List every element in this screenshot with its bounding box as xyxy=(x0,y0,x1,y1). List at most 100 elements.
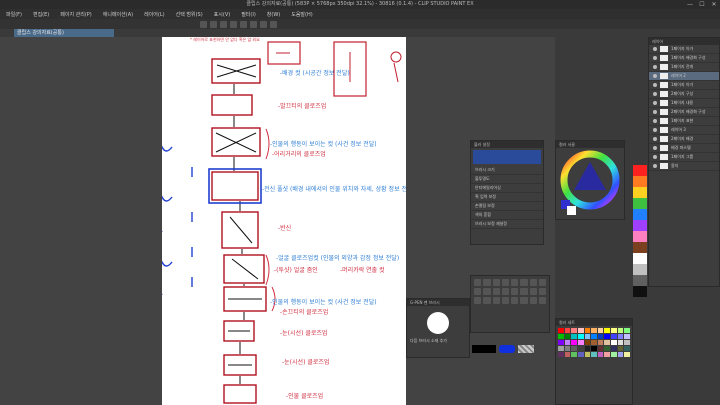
add-brush-material-button[interactable]: 다음 브러시 소재 추가 xyxy=(407,338,469,344)
color-swatch[interactable] xyxy=(604,328,611,333)
brush-row[interactable]: 획 입력 보정 xyxy=(471,193,543,202)
color-swatch[interactable] xyxy=(584,334,591,339)
eye-icon[interactable] xyxy=(653,146,657,150)
color-history-swatch[interactable] xyxy=(633,198,647,209)
tool-icon[interactable] xyxy=(474,297,482,304)
color-swatch[interactable] xyxy=(611,328,617,333)
layer-row[interactable]: 1페이지 그룹 xyxy=(649,153,719,162)
layer-row[interactable]: 1페이지 표현 xyxy=(649,117,719,126)
menu-selection[interactable]: 선택 범위(S) xyxy=(176,11,203,18)
color-swatch[interactable] xyxy=(597,340,604,345)
toolbar-button[interactable] xyxy=(210,20,217,28)
menu-edit[interactable]: 편집(E) xyxy=(33,11,49,18)
color-swatch[interactable] xyxy=(584,346,591,351)
color-swatch[interactable] xyxy=(584,352,591,357)
layer-row[interactable]: 1페이지 내용 xyxy=(649,99,719,108)
eye-icon[interactable] xyxy=(653,47,657,51)
eye-icon[interactable] xyxy=(653,128,657,132)
tool-icon[interactable] xyxy=(511,279,519,286)
color-swatch[interactable] xyxy=(564,346,571,351)
tool-icon[interactable] xyxy=(474,288,482,295)
eye-icon[interactable] xyxy=(653,92,657,96)
color-swatch[interactable] xyxy=(624,340,630,345)
maximize-button[interactable]: ☐ xyxy=(696,0,708,9)
color-swatch[interactable] xyxy=(617,352,624,357)
color-swatch[interactable] xyxy=(577,328,584,333)
color-swatch[interactable] xyxy=(604,352,611,357)
tool-icon[interactable] xyxy=(501,288,509,295)
layer-row[interactable]: 1페이지 아가 xyxy=(649,45,719,54)
color-swatch[interactable] xyxy=(611,352,617,357)
color-history-swatch[interactable] xyxy=(633,242,647,253)
color-swatch[interactable] xyxy=(577,334,584,339)
color-swatch[interactable] xyxy=(597,328,604,333)
color-swatch[interactable] xyxy=(564,340,571,345)
color-swatch[interactable] xyxy=(604,346,611,351)
color-history-swatch[interactable] xyxy=(633,220,647,231)
tool-icon[interactable] xyxy=(529,297,537,304)
menu-help[interactable]: 도움말(H) xyxy=(291,11,312,18)
color-swatch[interactable] xyxy=(558,346,564,351)
color-history-swatch[interactable] xyxy=(633,264,647,275)
eye-icon[interactable] xyxy=(653,137,657,141)
tool-icon[interactable] xyxy=(520,297,528,304)
color-swatch[interactable] xyxy=(617,340,624,345)
eye-icon[interactable] xyxy=(653,74,657,78)
color-swatch[interactable] xyxy=(591,352,597,357)
tool-icon[interactable] xyxy=(483,279,491,286)
menu-window[interactable]: 창(W) xyxy=(267,11,280,18)
color-swatch[interactable] xyxy=(558,328,564,333)
color-swatch[interactable] xyxy=(558,340,564,345)
color-swatch[interactable] xyxy=(591,334,597,339)
menu-animation[interactable]: 애니메이션(A) xyxy=(103,11,133,18)
brush-row[interactable]: 불투명도 xyxy=(471,175,543,184)
color-history-swatch[interactable] xyxy=(633,209,647,220)
minimize-button[interactable]: — xyxy=(684,0,696,9)
color-swatch[interactable] xyxy=(558,334,564,339)
color-swatch[interactable] xyxy=(571,352,577,357)
tool-icon[interactable] xyxy=(529,279,537,286)
eye-icon[interactable] xyxy=(653,119,657,123)
menu-file[interactable]: 파일(F) xyxy=(6,11,22,18)
tool-icon[interactable] xyxy=(501,297,509,304)
canvas-page[interactable]: * 레이어로 표현하면 안 없다 혹은 없 외요 -배경 컷 (시공간 정보 전… xyxy=(162,37,406,405)
tool-icon[interactable] xyxy=(501,279,509,286)
eye-icon[interactable] xyxy=(653,110,657,114)
color-swatch[interactable] xyxy=(564,352,571,357)
color-swatch[interactable] xyxy=(571,334,577,339)
tool-icon[interactable] xyxy=(538,288,546,295)
tool-icon[interactable] xyxy=(492,279,500,286)
brush-row[interactable]: 브러시 보정 재설정 xyxy=(471,220,543,229)
layer-row[interactable]: 1페이지 배경화 구성 xyxy=(649,54,719,63)
tool-icon[interactable] xyxy=(483,288,491,295)
tool-icon[interactable] xyxy=(520,288,528,295)
color-swatch[interactable] xyxy=(584,328,591,333)
tool-icon[interactable] xyxy=(511,297,519,304)
color-history-swatch[interactable] xyxy=(633,187,647,198)
color-swatch[interactable] xyxy=(597,352,604,357)
layer-row[interactable]: 1페이지 아가 xyxy=(649,81,719,90)
color-swatch[interactable] xyxy=(558,352,564,357)
color-swatch[interactable] xyxy=(617,334,624,339)
eye-icon[interactable] xyxy=(653,164,657,168)
color-swatch[interactable] xyxy=(611,346,617,351)
tool-icon[interactable] xyxy=(520,279,528,286)
color-swatch[interactable] xyxy=(584,340,591,345)
color-wheel[interactable] xyxy=(556,148,624,218)
color-swatch[interactable] xyxy=(577,346,584,351)
eye-icon[interactable] xyxy=(653,65,657,69)
layer-row[interactable]: 레이어 2 xyxy=(649,72,719,81)
menu-layer[interactable]: 레이어(L) xyxy=(144,11,165,18)
color-swatch[interactable] xyxy=(624,346,630,351)
layer-row[interactable]: 배경 파스텔 xyxy=(649,144,719,153)
color-history-swatch[interactable] xyxy=(633,176,647,187)
color-chip-transparent[interactable] xyxy=(518,345,534,353)
toolbar-button[interactable] xyxy=(230,20,237,28)
color-swatch[interactable] xyxy=(571,346,577,351)
layer-row[interactable]: 용지 xyxy=(649,162,719,171)
color-swatch[interactable] xyxy=(604,334,611,339)
color-swatch[interactable] xyxy=(591,340,597,345)
color-swatch[interactable] xyxy=(591,346,597,351)
color-swatch[interactable] xyxy=(577,340,584,345)
color-swatch[interactable] xyxy=(604,340,611,345)
